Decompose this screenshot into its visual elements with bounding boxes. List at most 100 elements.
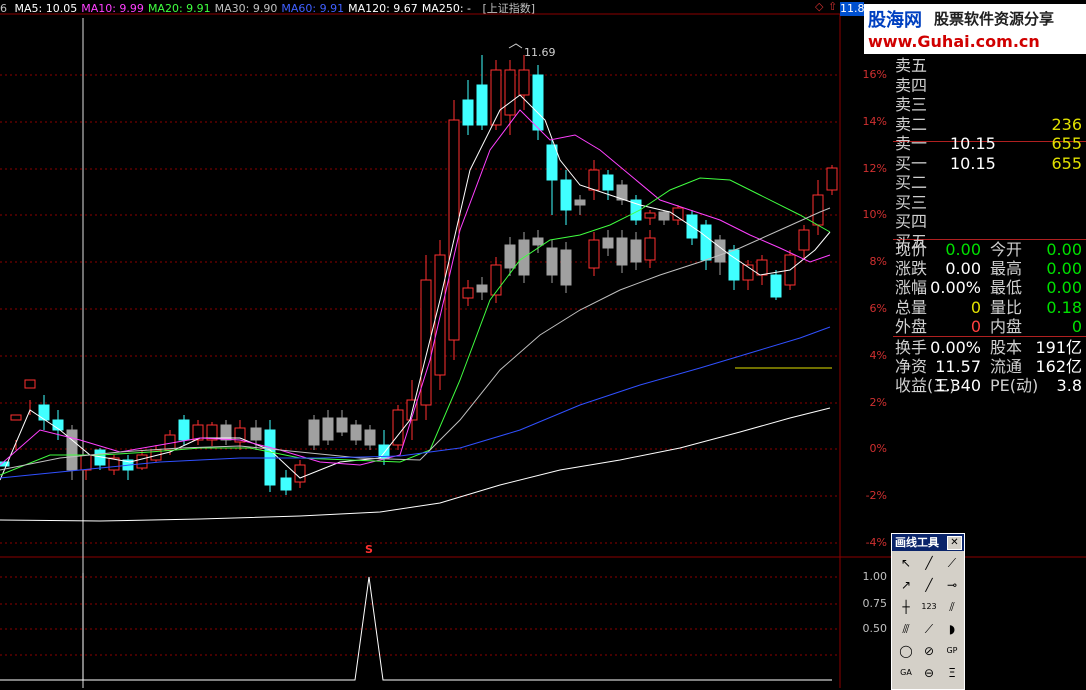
book-price: 10.15 xyxy=(950,134,996,153)
arrow-tool-icon[interactable]: ↗ xyxy=(896,576,916,594)
up-arrow-icon[interactable]: ⇧ xyxy=(828,0,837,13)
candle-28 xyxy=(392,405,404,450)
candle-1 xyxy=(10,414,22,450)
gp-tool-icon[interactable]: GP xyxy=(942,642,962,660)
book-row-1: 卖四 xyxy=(893,76,1086,95)
ma-label-3: MA30: 9.90 xyxy=(214,2,278,15)
candle-body xyxy=(532,74,544,131)
segment-tool-icon[interactable]: ╱ xyxy=(919,576,939,594)
candle-body xyxy=(294,464,306,483)
candle-body xyxy=(546,144,558,181)
candle-23 xyxy=(322,410,334,445)
text-tool-icon[interactable]: Ξ xyxy=(942,664,962,682)
pct-tick-10: -4% xyxy=(865,536,887,549)
toolbox-title: 画线工具 xyxy=(895,536,939,549)
quote-divider xyxy=(893,336,1086,337)
pointer-tool-icon[interactable]: ↖ xyxy=(896,554,916,572)
pct-tick-3: 10% xyxy=(862,208,887,221)
candle-body xyxy=(38,404,50,421)
drawing-toolbox[interactable]: 画线工具 ✕ ↖ ╱ ⟋ ↗ ╱ ⊸ ┼ 123 ⫽ ⫻ ⟋ ◗ ◯ ⊘ GP GA ⊖ Ξ xyxy=(891,533,965,690)
candle-body xyxy=(826,167,838,191)
pct-tick-8: 0% xyxy=(869,442,887,455)
finance-value: 11.57 xyxy=(935,357,981,376)
candle-body xyxy=(322,417,334,441)
book-row-7: 买三 xyxy=(893,193,1086,212)
candle-b-6 xyxy=(602,230,614,256)
book-row-8: 买四 xyxy=(893,212,1086,231)
arc-tool-icon[interactable]: ◗ xyxy=(942,620,962,638)
candle-54 xyxy=(756,255,768,285)
fan-tool-icon[interactable]: ⟋ xyxy=(919,620,939,638)
current-price-box: 11.8 xyxy=(840,2,864,16)
candle-25 xyxy=(350,420,362,445)
index-label[interactable]: [上证指数] xyxy=(483,2,536,15)
candle-body xyxy=(602,174,614,191)
ma-prefix: 6 xyxy=(0,2,7,15)
book-row-3: 卖二 236 xyxy=(893,115,1086,134)
finance-value-2: 191亿 xyxy=(1035,338,1082,357)
candle-body xyxy=(588,169,600,191)
candle-20 xyxy=(280,470,292,495)
quote-row-1: 涨跌 0.00 最高 0.00 xyxy=(893,259,1086,278)
cycle-tool-icon[interactable]: ⊖ xyxy=(919,664,939,682)
diamond-icon[interactable]: ◇ xyxy=(815,0,823,13)
candle-body xyxy=(448,119,460,341)
quote-label: 总量 xyxy=(895,297,928,317)
quote-label-2: 今开 xyxy=(990,240,1023,259)
finance-value-2: 162亿 xyxy=(1035,357,1082,376)
vline-tool-icon[interactable]: ┼ xyxy=(896,598,916,616)
ray-tool-icon[interactable]: ⟋ xyxy=(942,554,962,572)
candle-body xyxy=(490,264,502,296)
candle-body xyxy=(574,199,586,206)
book-level-label: 买一 xyxy=(895,153,928,173)
finance-row-1: 净资 11.57 流通 162亿 xyxy=(893,357,1086,376)
candle-body xyxy=(280,477,292,491)
ga-tool-icon[interactable]: GA xyxy=(896,664,916,682)
line-tool-icon[interactable]: ╱ xyxy=(919,554,939,572)
candle-16 xyxy=(220,420,232,445)
quote-value-2: 0.18 xyxy=(1046,297,1082,317)
circle-tool-icon[interactable]: ◯ xyxy=(896,642,916,660)
candle-body xyxy=(602,237,614,249)
ellipse-tool-icon[interactable]: ⊘ xyxy=(919,642,939,660)
candle-42 xyxy=(588,160,600,200)
quote-label-2: 量比 xyxy=(990,297,1023,317)
wave-tool-icon[interactable]: 123 xyxy=(919,598,939,616)
candle-21 xyxy=(294,460,306,488)
ma-label-1: MA10: 9.99 xyxy=(81,2,144,15)
book-level-label: 卖三 xyxy=(895,95,928,114)
candle-body xyxy=(250,427,262,441)
candle-body xyxy=(476,284,488,293)
toolbox-titlebar[interactable]: 画线工具 ✕ xyxy=(892,534,964,551)
close-icon[interactable]: ✕ xyxy=(947,536,962,550)
book-row-5: 买一 10.15 655 xyxy=(893,154,1086,173)
candle-body xyxy=(770,274,782,298)
finance-label: 换手 xyxy=(895,338,928,357)
finance-value: 0.00% xyxy=(930,338,981,357)
pct-tick-7: 2% xyxy=(869,396,887,409)
parallel-tool-icon[interactable]: ⫽ xyxy=(942,598,962,616)
candle-body xyxy=(80,454,92,471)
book-volume: 655 xyxy=(1051,134,1082,153)
candle-body xyxy=(136,454,148,469)
candle-b-10 xyxy=(462,280,474,306)
logo-url: www.Guhai.com.cn xyxy=(868,32,1040,51)
quote-value: 0 xyxy=(970,316,981,336)
finance-label-2: 股本 xyxy=(990,338,1023,357)
candle-b-11 xyxy=(476,277,488,300)
pct-tick-0: 16% xyxy=(862,68,887,81)
book-level-label: 买二 xyxy=(895,173,928,192)
quote-label-2: 最高 xyxy=(990,259,1023,279)
quote-label: 涨跌 xyxy=(895,259,928,279)
candle-59 xyxy=(826,165,838,195)
candle-body xyxy=(476,84,488,126)
candle-57 xyxy=(798,225,810,260)
logo-name: 股海网 xyxy=(868,10,922,31)
channel-tool-icon[interactable]: ⫻ xyxy=(896,620,916,638)
candle-b-3 xyxy=(546,240,558,283)
ma-label-4: MA60: 9.91 xyxy=(281,2,345,15)
candle-body xyxy=(518,69,530,96)
hline-tool-icon[interactable]: ⊸ xyxy=(942,576,962,594)
book-volume: 236 xyxy=(1051,114,1082,134)
candle-b-0 xyxy=(504,237,516,276)
